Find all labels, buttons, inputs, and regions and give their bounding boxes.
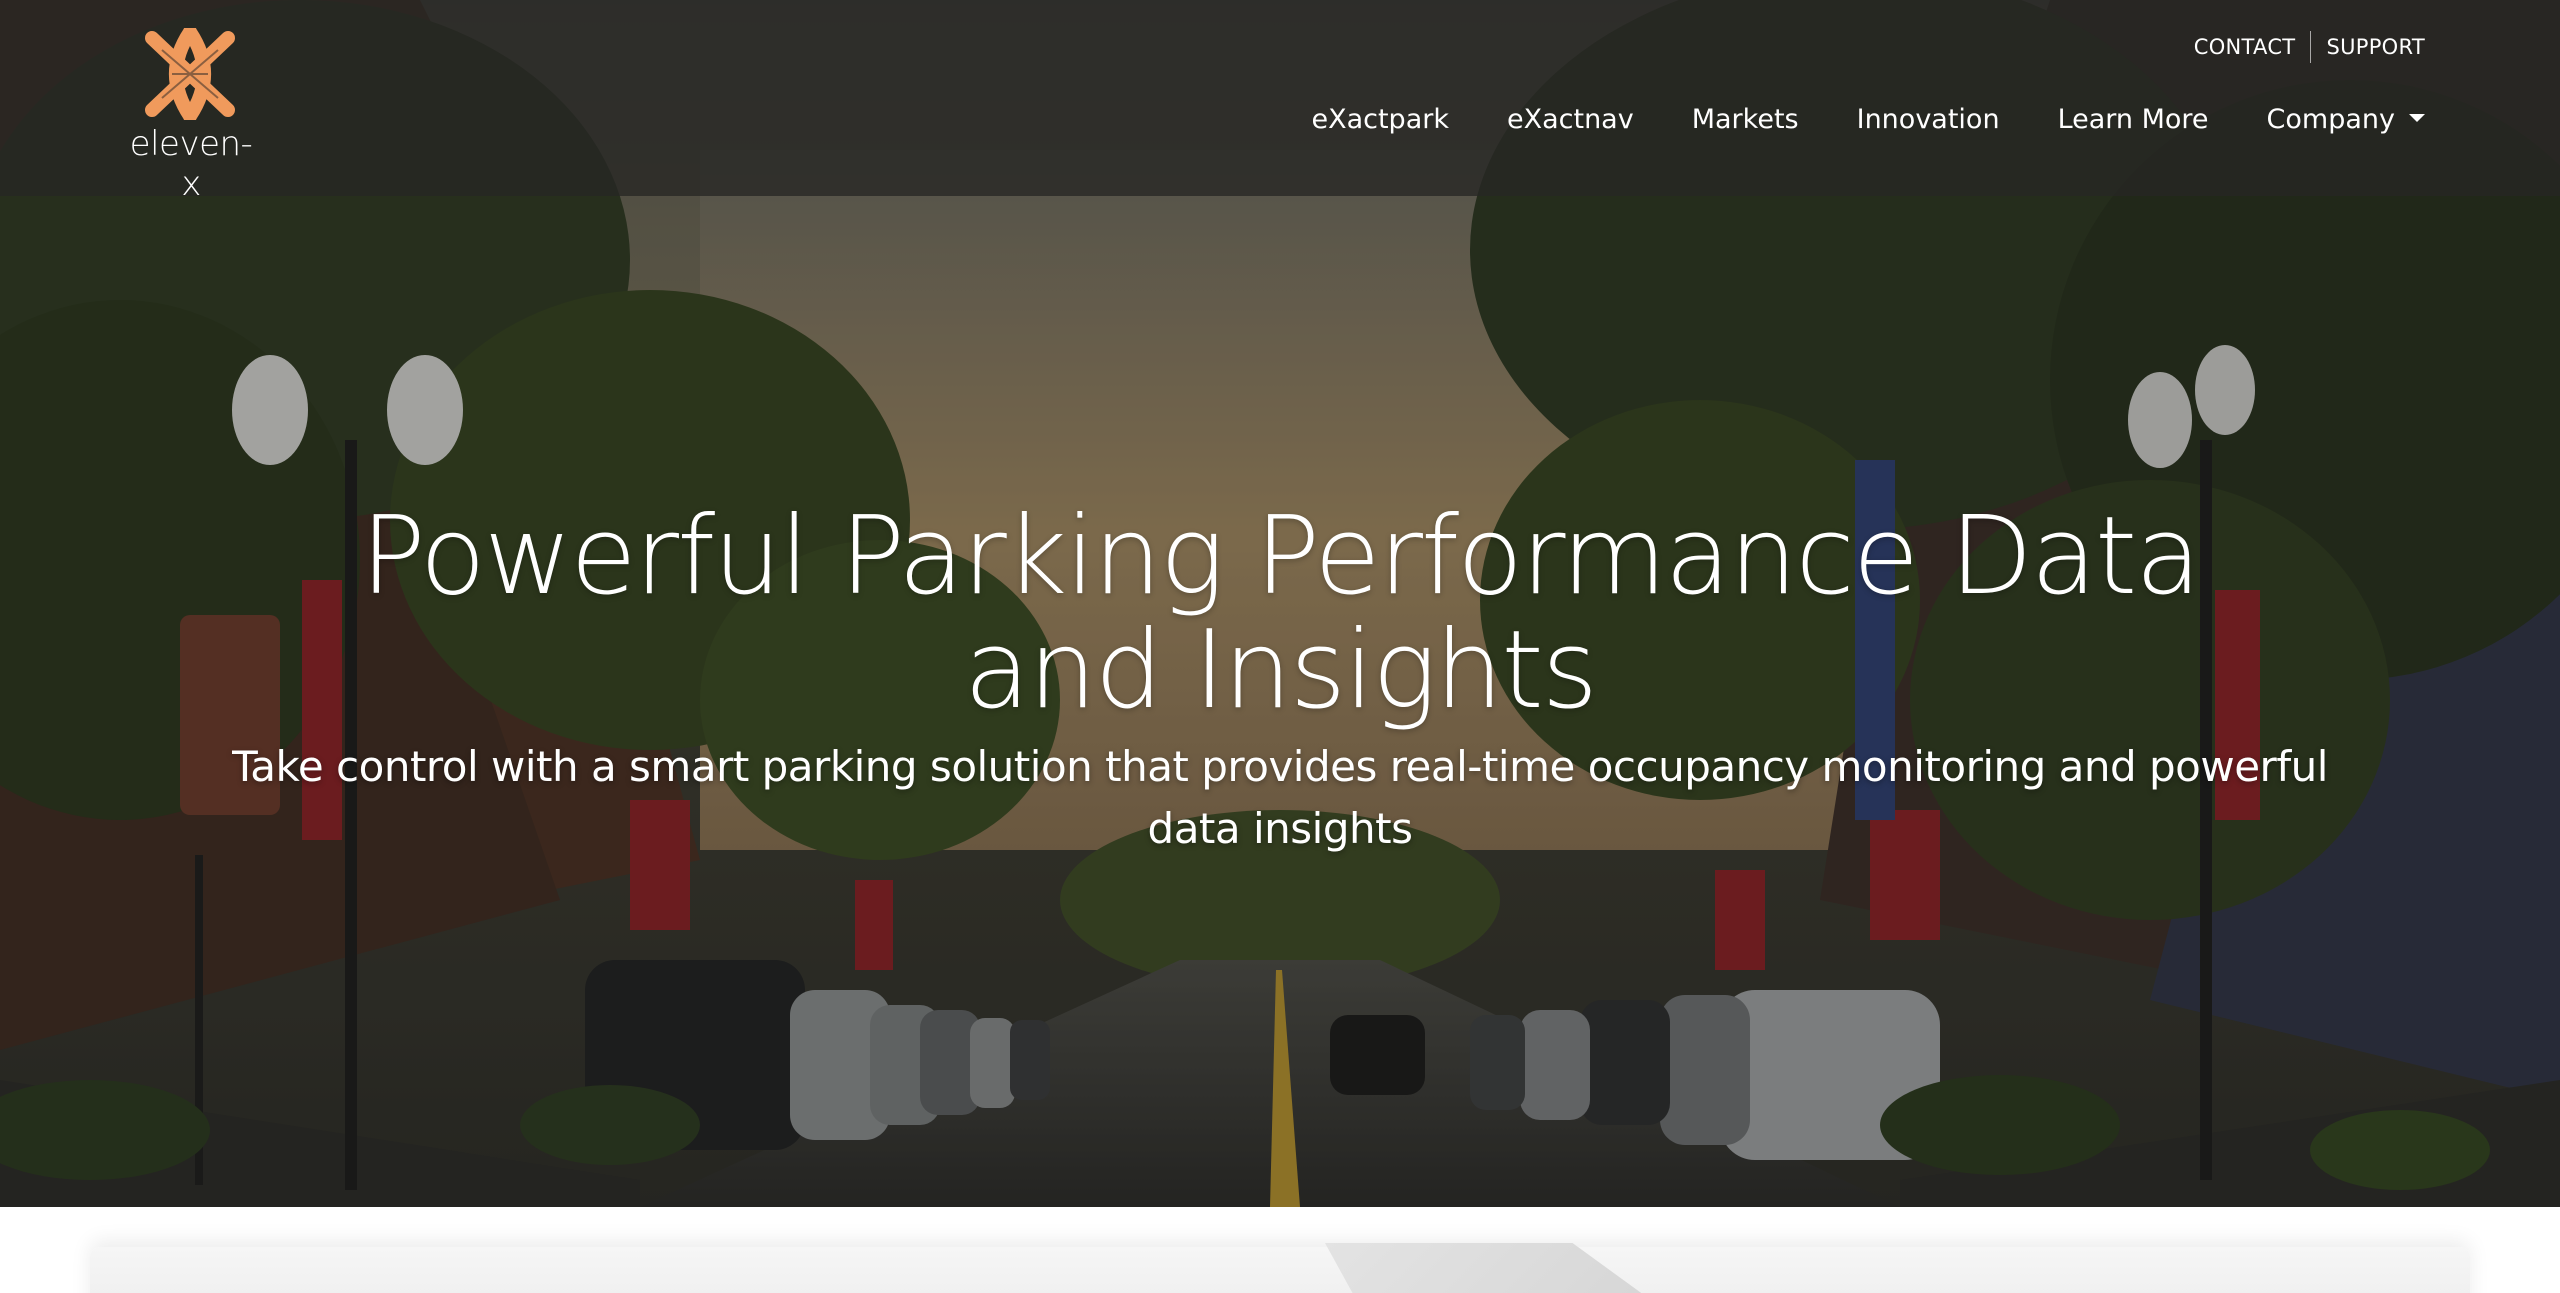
nav-item-innovation[interactable]: Innovation [1857,104,2000,135]
nav-item-label: Company [2266,104,2395,135]
nav-item-learn-more[interactable]: Learn More [2058,104,2209,135]
nav-item-exactpark[interactable]: eXactpark [1311,104,1449,135]
next-section [0,1207,2560,1293]
site-header: eleven-x CONTACT SUPPORT eXactpark eXact… [0,0,2560,204]
page: eleven-x CONTACT SUPPORT eXactpark eXact… [0,0,2560,1293]
hero-subtitle: Take control with a smart parking soluti… [232,742,2328,853]
main-nav: eXactpark eXactnav Markets Innovation Le… [1253,104,2425,135]
next-section-card [90,1247,2470,1293]
brand-name: eleven-x [129,124,253,204]
utility-nav: CONTACT SUPPORT [2194,31,2425,63]
nav-item-label: eXactpark [1311,104,1449,135]
hero-title: Powerful Parking Performance Data and In… [360,494,2202,733]
woven-x-icon [145,28,235,120]
utility-divider [2310,31,2312,63]
nav-item-markets[interactable]: Markets [1692,104,1799,135]
caret-down-icon [2409,113,2425,122]
nav-item-company-dropdown[interactable]: Company [2267,104,2425,135]
nav-item-label: Innovation [1856,104,2000,135]
hero-content: Powerful Parking Performance Data and In… [200,500,2360,860]
nav-item-label: eXactnav [1506,104,1634,135]
nav-item-exactnav[interactable]: eXactnav [1507,104,1634,135]
contact-link[interactable]: CONTACT [2194,35,2296,59]
nav-item-label: Learn More [2057,104,2209,135]
nav-item-label: Markets [1691,104,1799,135]
support-link[interactable]: SUPPORT [2326,35,2425,59]
brand-logo[interactable]: eleven-x [122,28,260,204]
